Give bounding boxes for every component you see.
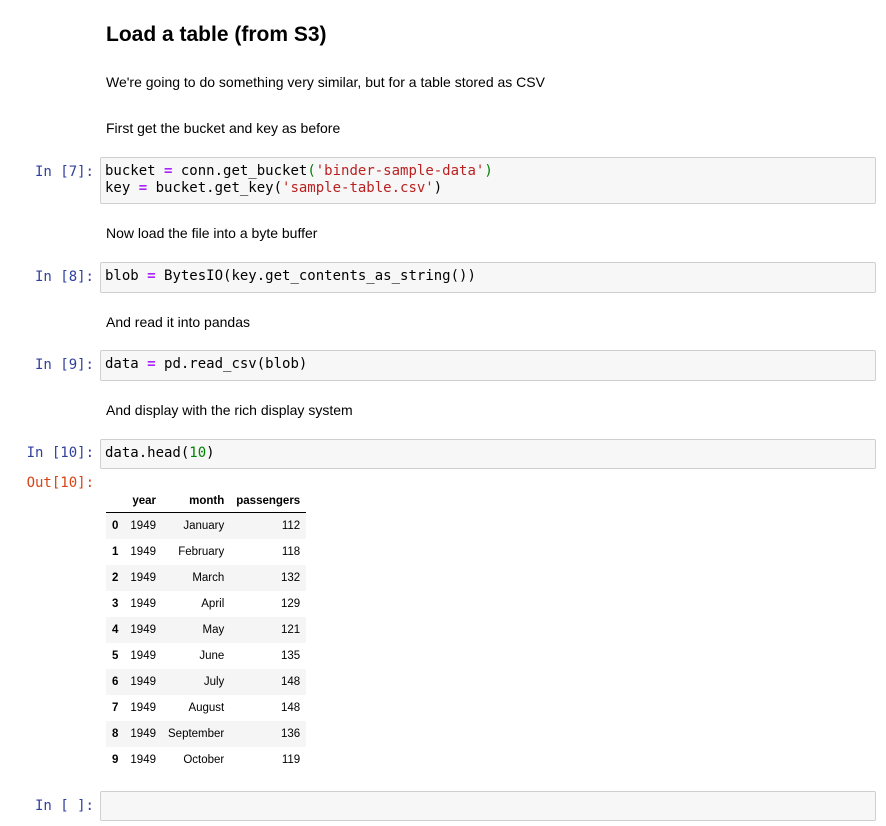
input-prompt-7: In [7]: — [34, 164, 94, 180]
cell-passengers: 118 — [281, 546, 301, 558]
row-index: 8 — [112, 728, 119, 740]
row-index: 2 — [112, 572, 119, 584]
cell-month: August — [188, 702, 225, 714]
cell-month: March — [192, 572, 225, 584]
row-index: 0 — [112, 520, 119, 532]
cell-passengers: 129 — [281, 598, 301, 610]
column-header: month — [162, 489, 231, 513]
row-index: 7 — [112, 702, 119, 714]
markdown-byte-buffer: Now load the file into a byte buffer — [106, 225, 318, 241]
input-prompt-empty: In [ ]: — [34, 798, 94, 814]
cell-year: 1949 — [130, 624, 156, 636]
cell-month: May — [202, 624, 225, 636]
markdown-pandas: And read it into pandas — [106, 314, 250, 330]
section-heading: Load a table (from S3) — [106, 23, 327, 46]
table-row: 8 1949 September 136 — [106, 721, 307, 747]
input-prompt-10: In [10]: — [26, 445, 94, 461]
cell-passengers: 132 — [281, 572, 301, 584]
code-cell-9[interactable]: data = pd.read_csv(blob) — [100, 350, 876, 381]
cell-passengers: 121 — [281, 624, 301, 636]
table-row: 6 1949 July 148 — [106, 669, 307, 695]
row-index: 5 — [112, 650, 119, 662]
code-cell-7[interactable]: bucket = conn.get_bucket('binder-sample-… — [100, 157, 876, 204]
table-row: 7 1949 August 148 — [106, 695, 306, 721]
column-header: passengers — [230, 489, 307, 513]
cell-month: January — [183, 520, 225, 532]
table-row: 9 1949 October 119 — [106, 747, 306, 773]
cell-passengers: 148 — [281, 676, 301, 688]
cell-passengers: 135 — [281, 650, 301, 662]
table-row: 2 1949 March 132 — [106, 565, 307, 591]
table-header-row: year month passengers — [106, 489, 307, 513]
cell-month: June — [199, 650, 225, 662]
dataframe-output: year month passengers 0 1949 January 112 11… — [106, 489, 307, 773]
cell-month: February — [178, 546, 225, 558]
input-prompt-9: In [9]: — [34, 357, 94, 373]
cell-year: 1949 — [130, 598, 156, 610]
cell-year: 1949 — [130, 676, 156, 688]
input-prompt-8: In [8]: — [34, 269, 94, 285]
output-prompt-10: Out[10]: — [26, 475, 94, 491]
cell-passengers: 136 — [281, 728, 301, 740]
cell-year: 1949 — [130, 754, 156, 766]
row-index: 3 — [112, 598, 119, 610]
cell-year: 1949 — [130, 702, 156, 714]
cell-month: July — [203, 676, 225, 688]
cell-passengers: 148 — [281, 702, 301, 714]
cell-year: 1949 — [130, 728, 156, 740]
table-row: 0 1949 January 112 — [106, 512, 307, 539]
row-index: 4 — [112, 624, 119, 636]
cell-year: 1949 — [130, 520, 156, 532]
markdown-bucket-key: First get the bucket and key as before — [106, 120, 341, 136]
column-header — [106, 489, 125, 513]
cell-year: 1949 — [130, 650, 156, 662]
cell-month: October — [183, 754, 225, 766]
code-cell-empty[interactable] — [100, 791, 876, 821]
cell-month: April — [201, 598, 225, 610]
markdown-intro: We're going to do something very similar… — [106, 74, 545, 90]
code-cell-8[interactable]: blob = BytesIO(key.get_contents_as_strin… — [100, 262, 876, 293]
table-row: 1 1949 February 118 — [106, 539, 306, 565]
cell-year: 1949 — [130, 572, 156, 584]
cell-passengers: 112 — [281, 520, 301, 532]
row-index: 1 — [112, 546, 119, 558]
code-cell-10[interactable]: data.head(10) — [100, 439, 876, 469]
cell-passengers: 119 — [281, 754, 301, 766]
row-index: 9 — [112, 754, 119, 766]
row-index: 6 — [112, 676, 119, 688]
markdown-display: And display with the rich display system — [106, 402, 353, 418]
table-row: 5 1949 June 135 — [106, 643, 306, 669]
cell-year: 1949 — [130, 546, 156, 558]
table-row: 3 1949 April 129 — [106, 591, 306, 617]
cell-month: September — [168, 728, 225, 740]
column-header: year — [124, 489, 162, 513]
table-row: 4 1949 May 121 — [106, 617, 307, 643]
